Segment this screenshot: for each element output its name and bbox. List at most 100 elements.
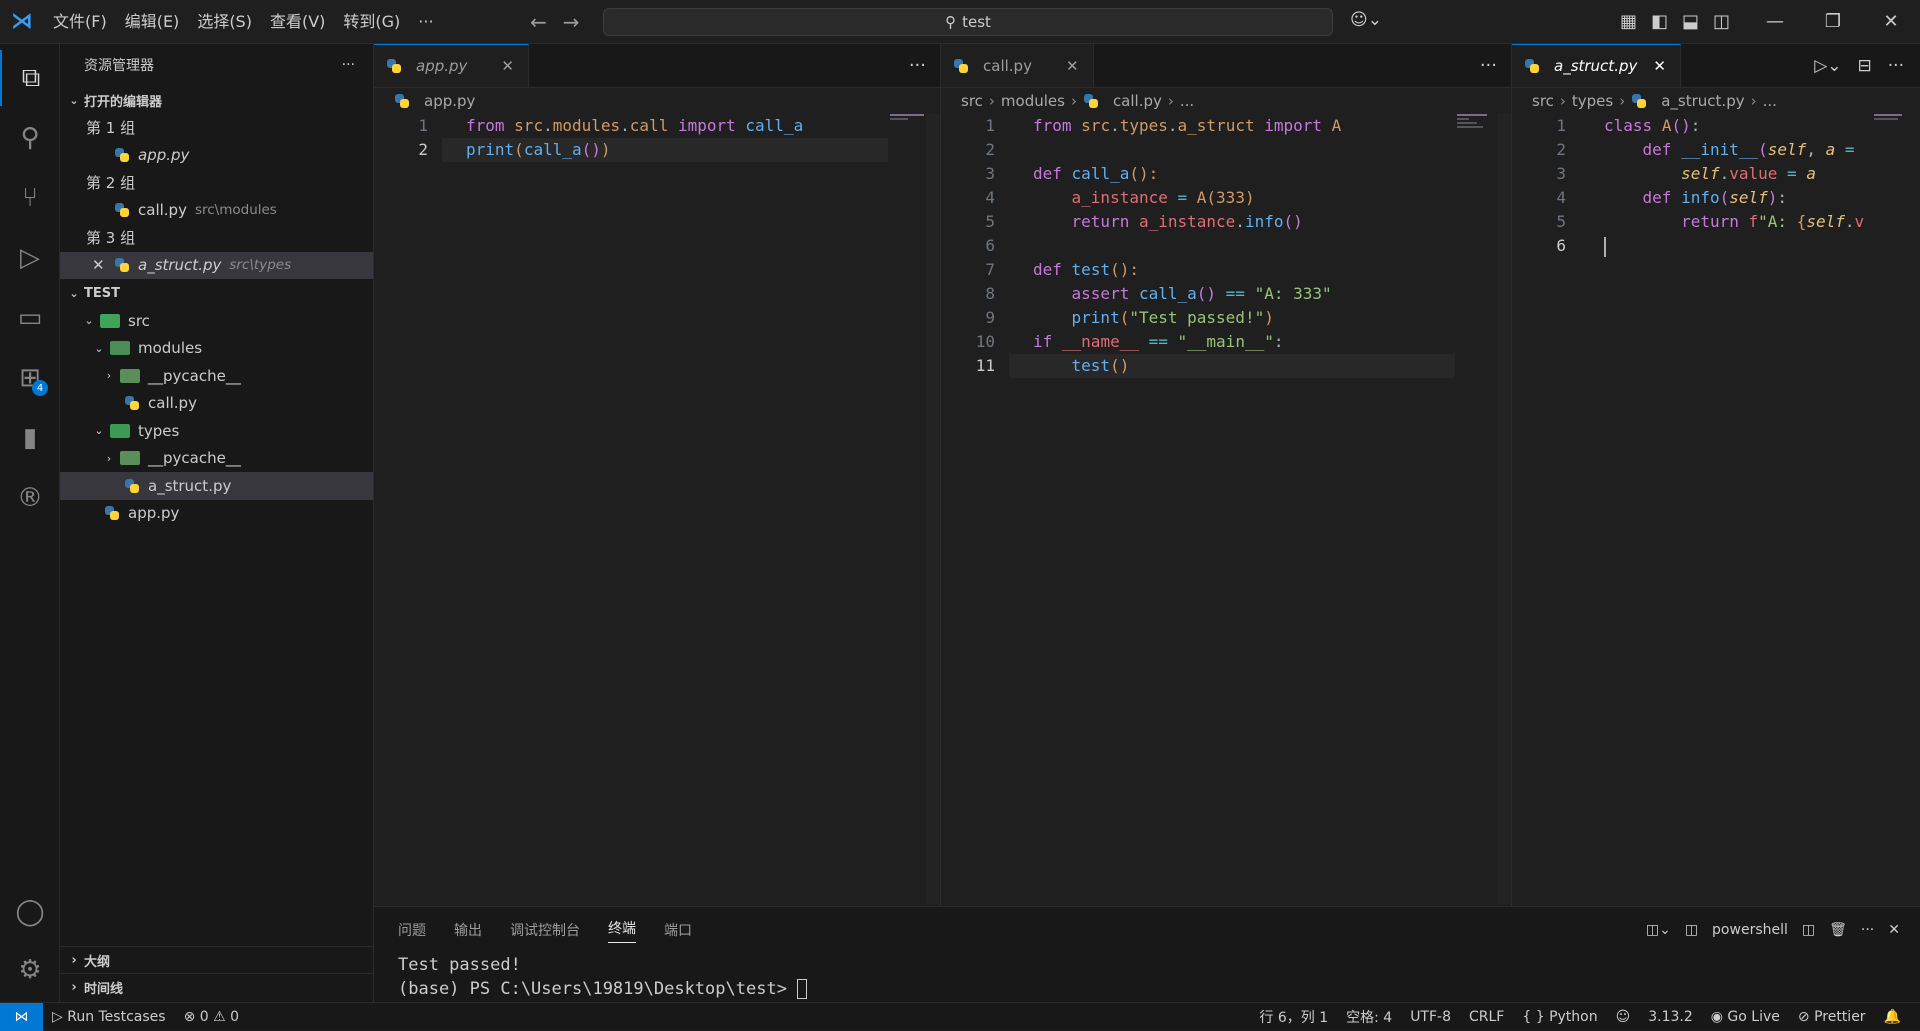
tree-file-call[interactable]: call.py (60, 390, 373, 418)
indentation[interactable]: 空格: 4 (1337, 1007, 1401, 1027)
breadcrumb-modules[interactable]: modules (1001, 92, 1065, 110)
minimap[interactable] (1874, 114, 1914, 134)
menu-view[interactable]: 查看(V) (261, 0, 334, 44)
tree-folder-modules[interactable]: ⌄ modules (60, 335, 373, 363)
tree-folder-pycache[interactable]: › __pycache__ (60, 445, 373, 473)
language-mode[interactable]: { } Python (1513, 1009, 1606, 1025)
open-editor-a-struct[interactable]: ✕ a_struct.py src\types (60, 251, 373, 279)
python-version[interactable]: 3.13.2 (1639, 1009, 1702, 1025)
panel-more-icon[interactable]: ··· (1861, 922, 1874, 938)
close-window-icon[interactable]: ✕ (1862, 0, 1920, 44)
back-arrow-icon[interactable]: ← (530, 0, 547, 44)
run-testcases[interactable]: ▷ Run Testcases (43, 1009, 175, 1025)
code-editor[interactable]: 1 from src.types.a_struct import A 2 3 def… (941, 114, 1511, 378)
extensions-icon[interactable]: ⊞ 4 (0, 350, 60, 406)
tree-file-a-struct[interactable]: a_struct.py (60, 472, 373, 500)
tab-problems[interactable]: 问题 (398, 920, 426, 940)
breadcrumb-file[interactable]: call.py (1113, 92, 1162, 110)
tree-folder-pycache[interactable]: › __pycache__ (60, 362, 373, 390)
encoding[interactable]: UTF-8 (1401, 1009, 1460, 1025)
tab-a-struct-py[interactable]: a_struct.py ✕ (1512, 44, 1681, 87)
new-terminal-split-icon[interactable]: ◫⌄ (1646, 922, 1671, 938)
breadcrumb-symbol[interactable]: ... (1763, 92, 1777, 110)
tab-app-py[interactable]: app.py ✕ (374, 44, 529, 87)
breadcrumb-file[interactable]: a_struct.py (1661, 92, 1744, 110)
search-view-icon[interactable]: ⚲ (0, 110, 60, 166)
copilot-status-icon[interactable]: ☺ (1607, 1009, 1640, 1025)
breadcrumb-src[interactable]: src (961, 92, 983, 110)
prettier[interactable]: ⊘ Prettier (1789, 1009, 1875, 1025)
outline-section[interactable]: › 大纲 (60, 946, 374, 973)
tree-folder-src[interactable]: ⌄ src (60, 307, 373, 335)
tree-file-app[interactable]: app.py (60, 500, 373, 528)
split-terminal-icon[interactable]: ◫ (1802, 922, 1815, 938)
remote-indicator-icon[interactable]: ⋈ (0, 1002, 43, 1031)
terminal-shell-name[interactable]: powershell (1712, 922, 1788, 938)
open-editors-header[interactable]: ⌄ 打开的编辑器 (60, 86, 373, 114)
command-center-search[interactable]: ⚲ test (603, 8, 1333, 36)
copilot-icon[interactable]: ☺⌄ (1350, 10, 1382, 30)
problems-counter[interactable]: ⊗ 0 ⚠ 0 (175, 1009, 248, 1025)
minimize-icon[interactable]: — (1746, 0, 1804, 44)
minimap[interactable] (1457, 114, 1497, 134)
breadcrumb-src[interactable]: src (1532, 92, 1554, 110)
trash-icon[interactable]: 🗑 (1829, 922, 1847, 938)
toggle-sidebar-icon[interactable]: ◧ (1651, 0, 1668, 44)
r-icon[interactable]: ® (0, 470, 60, 526)
customize-layout-icon[interactable]: ▦ (1620, 0, 1637, 44)
toggle-secondary-sidebar-icon[interactable]: ◫ (1713, 0, 1730, 44)
menu-go[interactable]: 转到(G) (334, 0, 409, 44)
tab-output[interactable]: 输出 (454, 920, 482, 940)
scrollbar[interactable] (926, 114, 940, 904)
explorer-icon[interactable]: ⧉ (0, 50, 60, 106)
cursor-position[interactable]: 行 6，列 1 (1250, 1007, 1337, 1027)
timeline-section[interactable]: › 时间线 (60, 973, 374, 1000)
go-live[interactable]: ◉ Go Live (1702, 1009, 1789, 1025)
close-panel-icon[interactable]: ✕ (1888, 922, 1900, 938)
terminal[interactable]: Test passed! (base) PS C:\Users\19819\De… (374, 953, 1920, 1001)
workspace-header[interactable]: ⌄ TEST (60, 279, 373, 307)
open-editor-app[interactable]: app.py (60, 142, 373, 170)
notifications-bell-icon[interactable]: 🔔 (1875, 1009, 1910, 1025)
scrollbar[interactable] (1497, 114, 1511, 904)
close-icon[interactable]: ✕ (501, 57, 514, 75)
sidebar-more-icon[interactable]: ··· (342, 57, 355, 73)
tab-ports[interactable]: 端口 (664, 920, 692, 940)
chart-icon[interactable]: ▮ (0, 410, 60, 466)
source-control-icon[interactable]: ⑂ (0, 170, 60, 226)
remote-explorer-icon[interactable]: ▭ (0, 290, 60, 346)
manage-gear-icon[interactable]: ⚙ (0, 942, 60, 998)
chevron-right-icon: › (71, 952, 77, 968)
split-editor-icon[interactable]: ⊟ (1858, 44, 1872, 88)
line-ending[interactable]: CRLF (1460, 1009, 1513, 1025)
breadcrumb-types[interactable]: types (1572, 92, 1613, 110)
close-icon[interactable]: ✕ (1066, 57, 1079, 75)
menu-more[interactable]: ··· (409, 0, 442, 44)
close-icon[interactable]: ✕ (1653, 57, 1666, 75)
run-debug-icon[interactable]: ▷ (0, 230, 60, 286)
restore-icon[interactable]: ❐ (1804, 0, 1862, 44)
tab-debug-console[interactable]: 调试控制台 (510, 920, 580, 940)
forward-arrow-icon[interactable]: → (563, 0, 580, 44)
minimap[interactable] (890, 114, 930, 134)
breadcrumb-file[interactable]: app.py (424, 92, 475, 110)
editor-more-icon[interactable]: ··· (1888, 44, 1904, 88)
terminal-shell-icon[interactable]: ◫ (1685, 922, 1698, 938)
tab-terminal[interactable]: 终端 (608, 918, 636, 943)
open-editor-call[interactable]: call.py src\modules (60, 197, 373, 225)
accounts-icon[interactable]: ◯ (0, 884, 60, 940)
editor-more-icon[interactable]: ··· (909, 44, 926, 88)
code-editor[interactable]: 1 from src.modules.call import call_a 2 pr… (374, 114, 940, 162)
editor-more-icon[interactable]: ··· (1480, 44, 1497, 88)
tree-folder-types[interactable]: ⌄ types (60, 417, 373, 445)
tab-call-py[interactable]: call.py ✕ (941, 44, 1094, 87)
menu-selection[interactable]: 选择(S) (188, 0, 261, 44)
python-file-icon (386, 58, 402, 74)
menu-file[interactable]: 文件(F) (44, 0, 116, 44)
close-icon[interactable]: ✕ (92, 256, 114, 274)
code-editor[interactable]: 1class A(): 2 def __init__(self, a = 0 3… (1512, 114, 1864, 258)
toggle-panel-icon[interactable]: ⬓ (1682, 0, 1699, 44)
run-icon[interactable]: ▷⌄ (1814, 44, 1841, 88)
menu-edit[interactable]: 编辑(E) (116, 0, 189, 44)
breadcrumb-symbol[interactable]: ... (1180, 92, 1194, 110)
